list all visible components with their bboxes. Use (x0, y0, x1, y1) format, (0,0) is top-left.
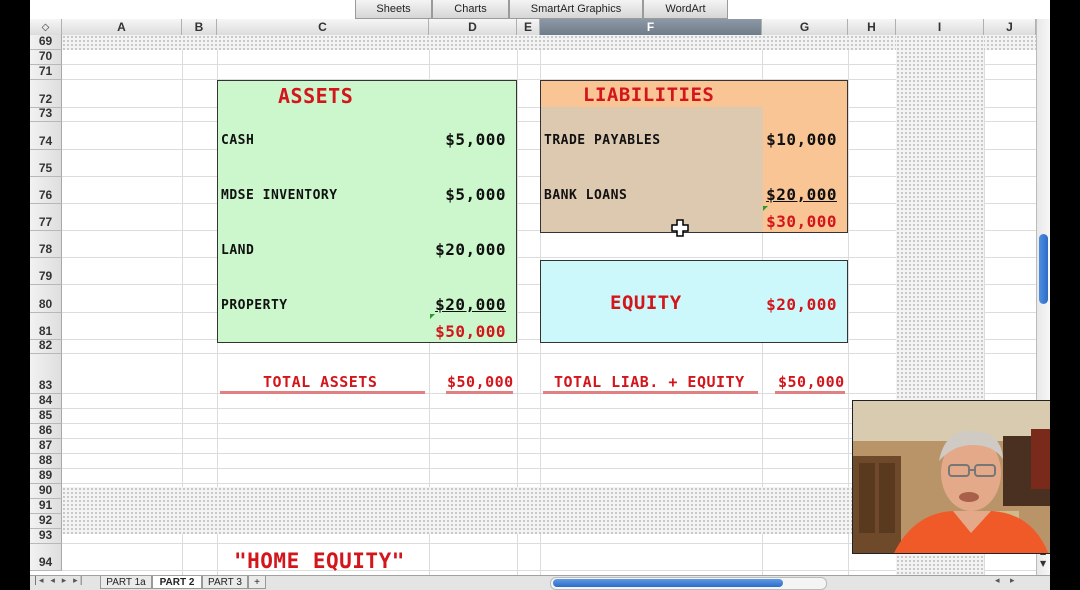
assets-title: ASSETS (278, 84, 354, 108)
scroll-left-arrow-icon[interactable]: ◂ (995, 576, 1000, 586)
row-header-91[interactable]: 91 (30, 498, 62, 514)
liabilities-title: LIABILITIES (583, 84, 715, 106)
row-header-74[interactable]: 74 (30, 122, 62, 150)
row-header-93[interactable]: 93 (30, 528, 62, 544)
horizontal-scrollbar[interactable] (550, 577, 827, 590)
row-header-75[interactable]: 75 (30, 150, 62, 177)
asset-label-cash: CASH (221, 133, 255, 148)
row-header-83[interactable]: 83 (30, 354, 62, 394)
row-header-81[interactable]: 81 (30, 313, 62, 340)
assets-subtotal[interactable]: $50,000 (435, 322, 506, 341)
row-header-82[interactable]: 82 (30, 338, 62, 354)
total-liab-equity-value-underline (775, 391, 845, 394)
home-equity-heading: "HOME EQUITY" (234, 549, 405, 573)
column-header-f[interactable]: F (540, 19, 762, 35)
total-assets-underline (220, 391, 425, 394)
ribbon-tab-wordart[interactable]: WordArt (643, 0, 728, 19)
sheet-tab-part-2[interactable]: PART 2 (152, 576, 202, 589)
horizontal-scroll-thumb[interactable] (553, 579, 783, 587)
liabilities-box: LIABILITIES TRADE PAYABLES $10,000 BANK … (540, 80, 848, 233)
total-liab-equity-value[interactable]: $50,000 (778, 373, 845, 391)
liability-value-trade-payables[interactable]: $10,000 (766, 130, 837, 149)
liabilities-value-column-bg (763, 81, 847, 232)
sheet-tab-bar: |◂ ◂ ▸ ▸| PART 1a PART 2 PART 3 + ◂ ▸ (30, 575, 1050, 590)
column-header-a[interactable]: A (62, 19, 182, 35)
equity-box: EQUITY $20,000 (540, 260, 848, 343)
row-header-87[interactable]: 87 (30, 438, 62, 454)
sheet-nav-arrows-icon[interactable]: |◂ ◂ ▸ ▸| (34, 576, 85, 586)
vertical-scroll-thumb[interactable] (1039, 234, 1048, 304)
asset-label-property: PROPERTY (221, 298, 288, 313)
row-header-78[interactable]: 78 (30, 231, 62, 258)
comment-marker-icon (763, 206, 768, 211)
total-assets-value[interactable]: $50,000 (447, 373, 514, 391)
sheet-tab-part-3[interactable]: PART 3 (202, 576, 248, 589)
row-header-71[interactable]: 71 (30, 64, 62, 80)
column-header-d[interactable]: D (429, 19, 517, 35)
ribbon-tab-smartart[interactable]: SmartArt Graphics (509, 0, 643, 19)
column-header-i[interactable]: I (896, 19, 984, 35)
row-header-70[interactable]: 70 (30, 49, 62, 65)
asset-value-cash[interactable]: $5,000 (445, 130, 506, 149)
asset-value-land[interactable]: $20,000 (435, 240, 506, 259)
spreadsheet-window: Sheets Charts SmartArt Graphics WordArt … (30, 0, 1050, 590)
liability-label-bank-loans: BANK LOANS (544, 188, 628, 203)
row-header-88[interactable]: 88 (30, 453, 62, 469)
cross-cursor-icon (671, 219, 689, 237)
row-header-69[interactable]: 69 (30, 34, 62, 50)
shaded-rows-90-92 (62, 487, 896, 534)
equity-value[interactable]: $20,000 (766, 295, 837, 314)
asset-value-inventory[interactable]: $5,000 (445, 185, 506, 204)
column-header-h[interactable]: H (848, 19, 896, 35)
column-header-e[interactable]: E (517, 19, 540, 35)
scroll-right-arrow-icon[interactable]: ▸ (1010, 576, 1015, 586)
row-header-86[interactable]: 86 (30, 423, 62, 439)
ribbon-tab-sheets[interactable]: Sheets (355, 0, 432, 19)
liability-value-bank-loans[interactable]: $20,000 (766, 185, 837, 204)
row-header-90[interactable]: 90 (30, 483, 62, 499)
row-header-94[interactable]: 94 (30, 544, 62, 571)
asset-value-property[interactable]: $20,000 (435, 295, 506, 314)
total-assets-value-underline (446, 391, 513, 394)
row-header-72[interactable]: 72 (30, 80, 62, 108)
row-header-73[interactable]: 73 (30, 106, 62, 122)
comment-marker-icon (430, 314, 435, 319)
select-all-icon[interactable]: ◇ (30, 19, 62, 35)
row-header-92[interactable]: 92 (30, 513, 62, 529)
equity-title: EQUITY (610, 292, 682, 314)
ribbon-tab-charts[interactable]: Charts (432, 0, 509, 19)
total-liab-equity-underline (543, 391, 758, 394)
column-header-b[interactable]: B (182, 19, 217, 35)
webcam-video-overlay (852, 400, 1050, 554)
column-header-g[interactable]: G (762, 19, 848, 35)
assets-box: ASSETS CASH $5,000 MDSE INVENTORY $5,000… (217, 80, 517, 343)
asset-label-inventory: MDSE INVENTORY (221, 188, 338, 203)
row-header-79[interactable]: 79 (30, 258, 62, 285)
liabilities-subtotal[interactable]: $30,000 (766, 212, 837, 231)
asset-label-land: LAND (221, 243, 255, 258)
add-sheet-button[interactable]: + (248, 576, 266, 589)
row-header-89[interactable]: 89 (30, 468, 62, 484)
column-header-j[interactable]: J (984, 19, 1036, 35)
row-header-77[interactable]: 77 (30, 204, 62, 231)
row-header-76[interactable]: 76 (30, 177, 62, 204)
row-header-85[interactable]: 85 (30, 408, 62, 424)
shaded-row-69 (62, 35, 1036, 50)
column-header-bar: ◇ A B C D E F G H I J (30, 19, 1050, 36)
presenter-photo (853, 401, 1050, 553)
row-header-84[interactable]: 84 (30, 393, 62, 409)
liability-label-trade-payables: TRADE PAYABLES (544, 133, 661, 148)
sheet-tab-part-1a[interactable]: PART 1a (100, 576, 152, 589)
column-header-c[interactable]: C (217, 19, 429, 35)
row-header-80[interactable]: 80 (30, 285, 62, 313)
total-liab-equity-label: TOTAL LIAB. + EQUITY (554, 373, 745, 391)
scroll-down-arrow-icon[interactable]: ▼ (1040, 559, 1046, 568)
total-assets-label: TOTAL ASSETS (263, 373, 378, 391)
